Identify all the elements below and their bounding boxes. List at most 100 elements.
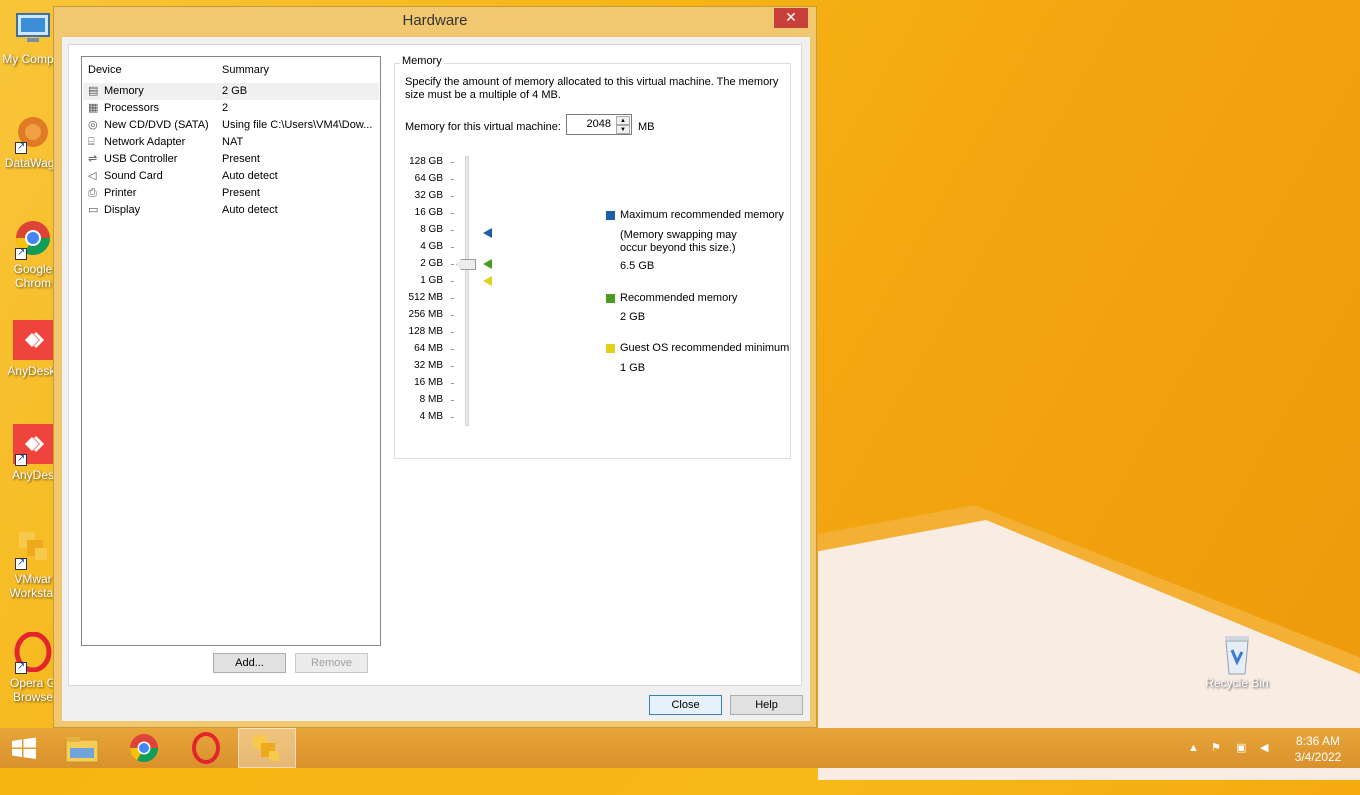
add-device-button[interactable]: Add... [213, 653, 286, 673]
anydesk-icon [13, 320, 53, 360]
device-summary: Auto detect [222, 204, 278, 216]
show-hidden-icons-icon[interactable]: ▲ [1188, 742, 1202, 754]
device-list-header: Device Summary [82, 57, 380, 81]
device-row-network-adapter[interactable]: ⌸ Network Adapter NAT [83, 134, 379, 151]
recommended-marker-icon [483, 259, 492, 269]
max-recommended-value: 6.5 GB [620, 260, 655, 272]
scale-tick [451, 213, 454, 214]
shortcut-arrow-icon [15, 452, 27, 466]
scale-tick [451, 247, 454, 248]
device-summary: Using file C:\Users\VM4\Dow... [222, 119, 373, 131]
clock-time: 8:36 AM [1295, 734, 1341, 748]
desktop-icon-label: AnyDes [11, 468, 55, 482]
scale-label: 128 MB [408, 326, 443, 337]
taskbar-file-explorer[interactable] [54, 728, 110, 768]
scale-tick [451, 383, 454, 384]
close-button[interactable]: Close [649, 695, 722, 715]
dialog-body: Device Summary ▤ Memory 2 GB ▦ Processors 2 ◎ N… [62, 37, 810, 721]
device-row-usb-controller[interactable]: ⇌ USB Controller Present [83, 151, 379, 168]
device-summary: NAT [222, 136, 244, 148]
anydesk-icon [13, 424, 53, 466]
memory-input-value: 2048 [586, 118, 611, 130]
recommended-value: 2 GB [620, 311, 646, 323]
folder-icon [65, 737, 99, 763]
taskbar-vmware[interactable] [238, 728, 296, 768]
device-summary: 2 [222, 102, 229, 114]
max-recommended-title: Maximum recommended memory [620, 209, 784, 221]
device-row-new-cd-dvd-sata[interactable]: ◎ New CD/DVD (SATA) Using file C:\Users\VM… [83, 117, 379, 134]
desktop-icon-label: Google Chrom [13, 262, 53, 290]
device-summary: Present [222, 153, 260, 165]
scale-label: 32 GB [414, 190, 443, 201]
taskbar-clock[interactable]: 8:36 AM 3/4/2022 [1284, 733, 1352, 765]
shortcut-arrow-icon [15, 140, 27, 154]
spin-down-icon[interactable]: ▼ [616, 125, 630, 134]
device-name: USB Controller [104, 153, 178, 165]
device-summary: 2 GB [222, 85, 248, 97]
start-button[interactable] [0, 728, 48, 768]
device-list[interactable]: Device Summary ▤ Memory 2 GB ▦ Processors 2 ◎ N… [81, 56, 381, 646]
scale-tick [451, 349, 454, 350]
taskbar: ▲ ⚑ ▣ ◀ 8:36 AM 3/4/2022 [0, 728, 1360, 768]
scale-tick [451, 332, 454, 333]
usb-icon: ⇌ [88, 153, 98, 165]
chrome-icon [130, 734, 158, 762]
memory-description: Specify the amount of memory allocated t… [405, 76, 779, 101]
column-header-summary[interactable]: Summary [222, 64, 269, 76]
recommended-swatch [606, 294, 615, 303]
scale-label: 8 MB [419, 394, 443, 405]
dialog-title: Hardware [402, 12, 468, 29]
volume-muted-icon[interactable]: ◀ [1260, 742, 1274, 754]
guest-minimum-title: Guest OS recommended minimum [620, 342, 790, 354]
device-row-sound-card[interactable]: ◁ Sound Card Auto detect [83, 168, 379, 185]
action-center-flag-icon[interactable]: ⚑ [1211, 742, 1225, 754]
memory-input-label: Memory for this virtual machine: [405, 121, 561, 133]
close-icon[interactable]: ✕ [774, 8, 808, 28]
help-button[interactable]: Help [730, 695, 803, 715]
vmware-icon [253, 735, 279, 761]
network-icon[interactable]: ▣ [1236, 742, 1250, 754]
desktop-icon-label: Opera G Browse [9, 676, 57, 704]
network-icon: ⌸ [88, 136, 95, 148]
max-recommended-swatch [606, 211, 615, 220]
hardware-panel: Device Summary ▤ Memory 2 GB ▦ Processors 2 ◎ N… [68, 44, 802, 686]
device-row-processors[interactable]: ▦ Processors 2 [83, 100, 379, 117]
guest-minimum-marker-icon [483, 276, 492, 286]
scale-tick [451, 298, 454, 299]
device-row-printer[interactable]: ⎙ Printer Present [83, 185, 379, 202]
computer-icon [13, 8, 53, 48]
scale-label: 4 MB [419, 411, 443, 422]
column-header-device[interactable]: Device [88, 64, 122, 76]
shortcut-arrow-icon [15, 660, 27, 674]
taskbar-opera[interactable] [178, 728, 234, 768]
recycle-bin-icon [1217, 632, 1257, 675]
max-recommended-note: (Memory swapping may occur beyond this s… [620, 229, 737, 254]
taskbar-chrome[interactable] [116, 728, 172, 768]
memory-input[interactable]: 2048 ▲ ▼ [566, 114, 632, 135]
scale-label: 512 MB [408, 292, 443, 303]
remove-device-button[interactable]: Remove [295, 653, 368, 673]
scale-label: 64 MB [414, 343, 443, 354]
scale-tick [451, 417, 454, 418]
spin-up-icon[interactable]: ▲ [616, 116, 630, 125]
memory-group: Memory Specify the amount of memory allo… [394, 55, 791, 459]
cd-dvd-icon: ◎ [88, 119, 98, 131]
desktop-icon-recycle-bin[interactable]: Recycle Bin [1204, 632, 1270, 690]
device-row-memory[interactable]: ▤ Memory 2 GB [83, 83, 379, 100]
device-summary: Present [222, 187, 260, 199]
device-name: Display [104, 204, 141, 216]
scale-label: 16 MB [414, 377, 443, 388]
desktop-icon-label: VMwar Workstat [9, 572, 57, 600]
memory-slider-track[interactable] [465, 156, 469, 426]
device-row-display[interactable]: ▭ Display Auto detect [83, 202, 379, 219]
guest-minimum-swatch [606, 344, 615, 353]
chrome-icon [13, 218, 53, 260]
windows-icon [12, 737, 36, 759]
device-name: Sound Card [104, 170, 163, 182]
memory-unit: MB [638, 121, 655, 133]
vmware-icon [13, 528, 53, 570]
guest-minimum-value: 1 GB [620, 362, 646, 374]
scale-label: 4 GB [420, 241, 443, 252]
memory-slider-thumb[interactable] [456, 259, 476, 270]
scale-tick [451, 196, 454, 197]
